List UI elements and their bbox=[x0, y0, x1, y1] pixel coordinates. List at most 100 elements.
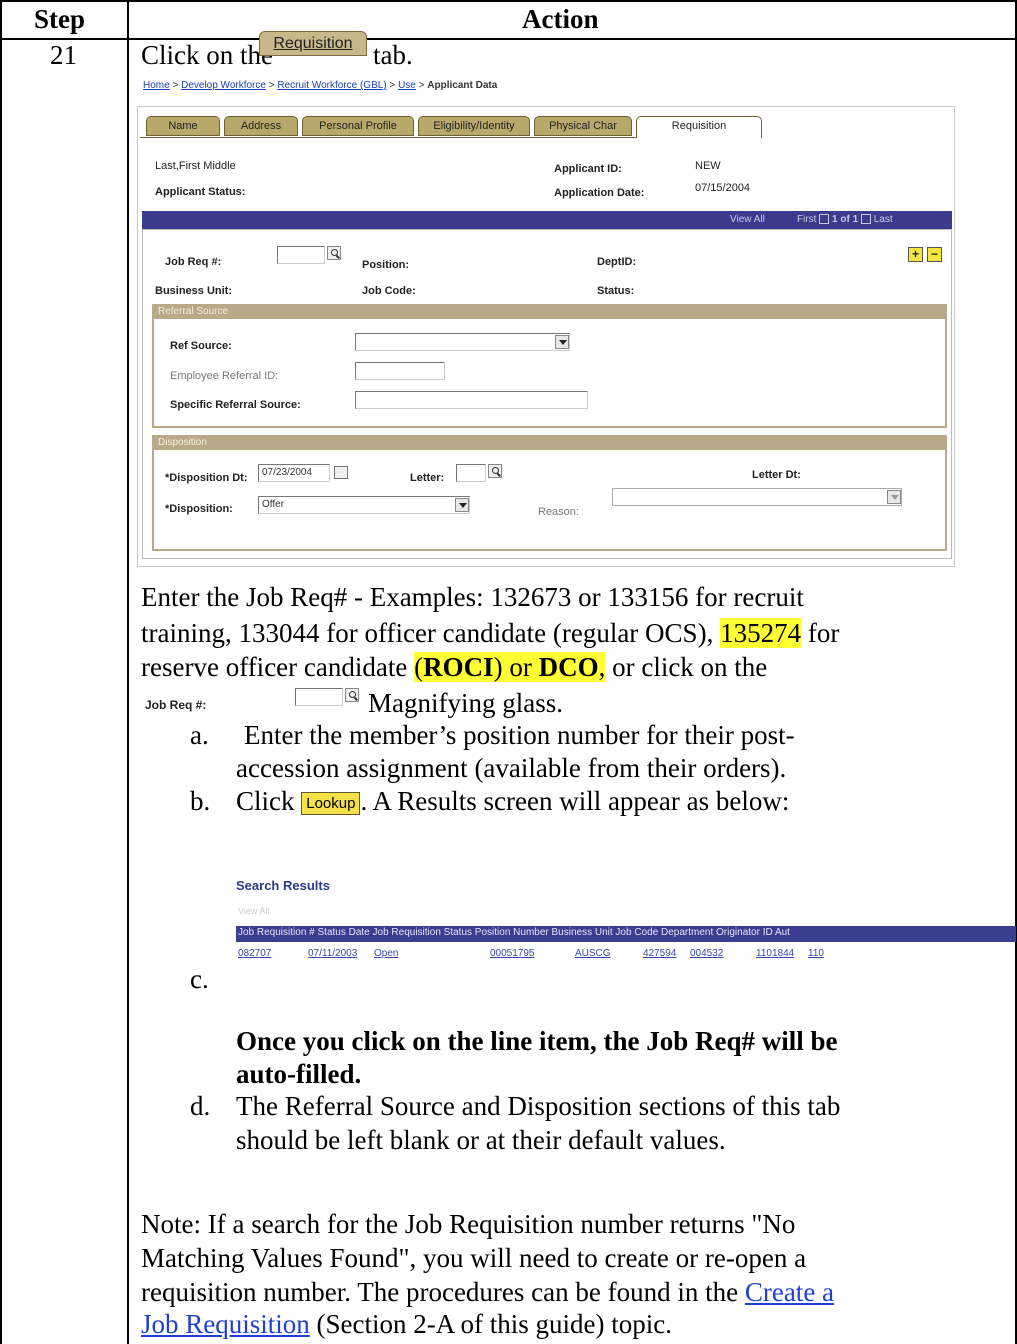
letter-dt-label: Letter Dt: bbox=[752, 469, 801, 481]
applicant-id-label: Applicant ID: bbox=[554, 163, 622, 175]
letter-label: Letter: bbox=[410, 472, 445, 484]
step-c-line-2: auto-filled. bbox=[236, 1059, 362, 1089]
disposition-dt-label: *Disposition Dt: bbox=[165, 472, 248, 484]
job-code-label: Job Code: bbox=[362, 285, 416, 297]
note-line-3: requisition number. The procedures can b… bbox=[141, 1277, 835, 1307]
business-unit-label: Business Unit: bbox=[155, 285, 233, 297]
breadcrumb-current: Applicant Data bbox=[427, 80, 498, 91]
intro-suffix: tab. bbox=[373, 40, 413, 70]
specific-referral-label: Specific Referral Source: bbox=[170, 399, 301, 411]
step-a-letter: a. bbox=[190, 720, 209, 750]
roci-text: ROCI bbox=[423, 652, 494, 682]
application-date-label: Application Date: bbox=[554, 187, 645, 199]
result-status-date[interactable]: 07/11/2003 bbox=[308, 948, 357, 959]
view-all-link[interactable]: View All bbox=[730, 214, 765, 225]
job-requisition-link[interactable]: Job Requisition bbox=[141, 1309, 310, 1339]
para-line-2: training, 133044 for officer candidate (… bbox=[141, 618, 840, 648]
employee-referral-label: Employee Referral ID: bbox=[170, 370, 279, 382]
scroll-nav: First 1 of 1 Last bbox=[797, 214, 893, 225]
result-department[interactable]: 004532 bbox=[690, 948, 723, 959]
step-column-header: Step bbox=[34, 4, 86, 34]
calendar-icon[interactable] bbox=[334, 466, 348, 479]
highlight-135274: 135274 bbox=[720, 618, 802, 648]
step-b-line: Click Lookup. A Results screen will appe… bbox=[236, 786, 790, 816]
step-a-line-1: Enter the member’s position number for t… bbox=[244, 720, 795, 750]
row-count: 1 of 1 bbox=[832, 214, 859, 225]
step-b-letter: b. bbox=[190, 786, 211, 816]
result-job-req[interactable]: 082707 bbox=[238, 948, 271, 959]
step-a-line-2: accession assignment (available from the… bbox=[236, 753, 787, 783]
step-c-letter: c. bbox=[190, 964, 209, 994]
breadcrumb: Home > Develop Workforce > Recruit Workf… bbox=[143, 80, 498, 91]
requisition-tab-image: Requisition bbox=[259, 31, 367, 56]
results-columns: Job Requisition # Status Date Job Requis… bbox=[238, 927, 790, 938]
table-left-border bbox=[0, 0, 2, 1344]
step-d-letter: d. bbox=[190, 1091, 211, 1121]
breadcrumb-use[interactable]: Use bbox=[398, 80, 416, 91]
last-link[interactable]: Last bbox=[874, 214, 893, 225]
job-req-input[interactable] bbox=[277, 246, 325, 264]
add-row-button[interactable]: + bbox=[908, 247, 923, 262]
result-job-code[interactable]: 427594 bbox=[643, 948, 676, 959]
inline-magnifying-glass-icon bbox=[345, 688, 359, 702]
applicant-name: Last,First Middle bbox=[155, 160, 236, 172]
next-arrow-icon[interactable] bbox=[860, 214, 871, 225]
table-top-border bbox=[0, 0, 1017, 2]
note-line-1: Note: If a search for the Job Requisitio… bbox=[141, 1209, 796, 1239]
employee-referral-input[interactable] bbox=[355, 362, 445, 380]
step-c-line-1: Once you click on the line item, the Job… bbox=[236, 1026, 838, 1056]
step-d-line-2: should be left blank or at their default… bbox=[236, 1125, 726, 1155]
ref-source-dropdown-icon[interactable] bbox=[555, 335, 569, 349]
create-job-requisition-link[interactable]: Create a bbox=[745, 1277, 834, 1307]
reason-label: Reason: bbox=[538, 506, 579, 518]
result-business-unit[interactable]: AUSCG bbox=[575, 948, 611, 959]
ref-source-select[interactable] bbox=[355, 333, 570, 351]
breadcrumb-recruit-workforce[interactable]: Recruit Workforce (GBL) bbox=[277, 80, 386, 91]
lookup-button-image: Lookup bbox=[301, 792, 361, 815]
delete-row-button[interactable]: − bbox=[927, 247, 942, 262]
document-page: Step Action 21 Click on the Requisition … bbox=[0, 0, 1017, 1344]
letter-lookup-icon[interactable] bbox=[488, 464, 502, 478]
application-date-value: 07/15/2004 bbox=[695, 182, 751, 194]
prev-arrow-icon[interactable] bbox=[819, 214, 830, 225]
disposition-select[interactable]: Offer bbox=[258, 496, 470, 514]
applicant-status-label: Applicant Status: bbox=[155, 186, 246, 198]
result-position-number[interactable]: 00051795 bbox=[490, 948, 535, 959]
status-label: Status: bbox=[597, 285, 635, 297]
column-divider bbox=[127, 0, 129, 1344]
reason-dropdown-icon bbox=[887, 490, 901, 504]
result-aut[interactable]: 110 bbox=[808, 948, 824, 959]
letter-input[interactable] bbox=[456, 464, 486, 482]
deptid-label: DeptID: bbox=[597, 256, 637, 268]
applicant-id-value: NEW bbox=[695, 160, 721, 172]
disposition-label: *Disposition: bbox=[165, 503, 233, 515]
note-line-4: Job Requisition (Section 2-A of this gui… bbox=[141, 1309, 672, 1339]
para-line-3: reserve officer candidate (ROCI) or DCO,… bbox=[141, 652, 768, 682]
inline-job-req-input bbox=[295, 688, 343, 706]
disposition-dt-input[interactable]: 07/23/2004 bbox=[258, 464, 330, 482]
position-label: Position: bbox=[362, 259, 410, 271]
para-line-1: Enter the Job Req# - Examples: 132673 or… bbox=[141, 582, 804, 612]
referral-source-header: Referral Source bbox=[154, 304, 945, 319]
job-req-label: Job Req #: bbox=[165, 256, 222, 268]
disposition-dropdown-icon[interactable] bbox=[455, 498, 469, 512]
note-line-2: Matching Values Found", you will need to… bbox=[141, 1243, 807, 1273]
inline-job-req-label: Job Req #: bbox=[145, 698, 207, 712]
job-req-lookup-icon[interactable] bbox=[327, 246, 341, 260]
result-originator-id[interactable]: 1101844 bbox=[756, 948, 794, 959]
search-results-title: Search Results bbox=[236, 878, 330, 893]
action-column-header: Action bbox=[522, 4, 599, 34]
specific-referral-input[interactable] bbox=[355, 391, 588, 409]
reason-select[interactable] bbox=[612, 488, 902, 506]
disposition-header: Disposition bbox=[154, 435, 945, 450]
breadcrumb-develop-workforce[interactable]: Develop Workforce bbox=[181, 80, 266, 91]
breadcrumb-home[interactable]: Home bbox=[143, 80, 170, 91]
first-link[interactable]: First bbox=[797, 214, 816, 225]
step-number: 21 bbox=[50, 40, 77, 70]
ref-source-label: Ref Source: bbox=[170, 340, 232, 352]
dco-text: DCO bbox=[538, 652, 599, 682]
step-d-line-1: The Referral Source and Disposition sect… bbox=[236, 1091, 841, 1121]
magnifying-glass-text: Magnifying glass. bbox=[368, 688, 563, 718]
result-status[interactable]: Open bbox=[374, 948, 398, 959]
results-view-all: View All bbox=[238, 906, 270, 916]
